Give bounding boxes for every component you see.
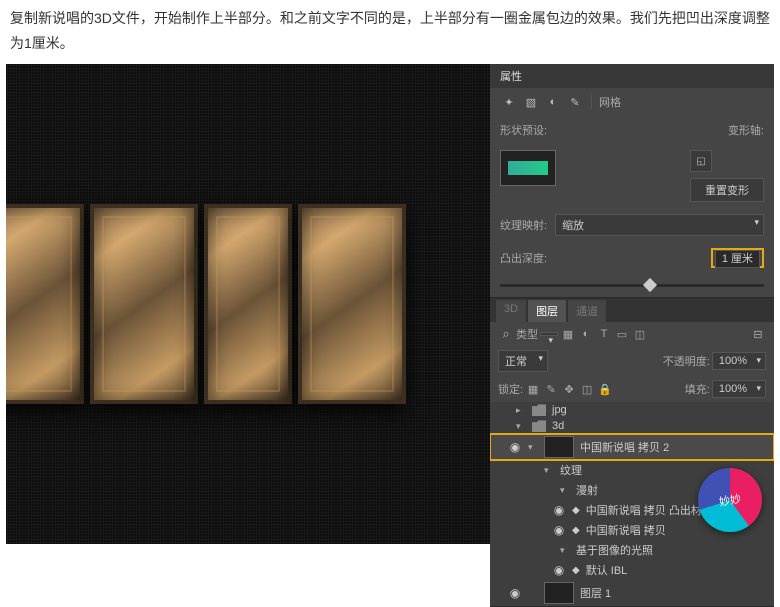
canvas-area[interactable] xyxy=(6,64,490,544)
shape-preset-label: 形状预设: xyxy=(500,122,547,138)
texture-map-dropdown[interactable]: 缩放 xyxy=(555,214,764,236)
folder-icon xyxy=(532,420,546,432)
blend-mode-dropdown[interactable]: 正常 xyxy=(498,350,548,372)
layer-folder-3d[interactable]: ▾ 3d xyxy=(490,418,774,434)
mesh-icon[interactable]: ▧ xyxy=(522,94,540,110)
expand-icon[interactable]: ▸ xyxy=(516,405,526,416)
filter-dropdown[interactable] xyxy=(540,332,558,336)
properties-toolbar: ✦ ▧ ◐ ✎ 网格 xyxy=(490,88,774,116)
folder-icon xyxy=(532,404,546,416)
texture-map-label: 纹理映射: xyxy=(500,217,547,233)
extrude-highlight: 1 厘米 xyxy=(711,248,764,268)
deform-icon[interactable]: ◐ xyxy=(544,94,562,110)
tab-channels[interactable]: 通道 xyxy=(568,300,606,322)
properties-panel: 属性 ✦ ▧ ◐ ✎ 网格 形状预设: 变形轴: ◱ xyxy=(490,64,774,298)
expand-icon[interactable]: ▾ xyxy=(560,485,570,496)
visibility-icon[interactable]: ◉ xyxy=(508,440,522,454)
reset-deform-button[interactable]: 重置变形 xyxy=(690,178,764,202)
fill-input[interactable]: 100% xyxy=(712,380,766,398)
filter-adjust-icon[interactable]: ◐ xyxy=(578,327,594,341)
layer-thumb xyxy=(544,436,574,458)
filter-toggle-icon[interactable]: ⊟ xyxy=(750,327,766,341)
deform-axis-label: 变形轴: xyxy=(728,122,764,138)
layer-thumb xyxy=(544,582,574,604)
3d-text-object[interactable] xyxy=(6,204,406,404)
layer-ibl-default[interactable]: ◉ ◆ 默认 IBL xyxy=(490,560,774,580)
cap-icon[interactable]: ✎ xyxy=(566,94,584,110)
shape-preset-row: 形状预设: 变形轴: xyxy=(490,116,774,144)
lock-all-icon[interactable]: 🔒 xyxy=(597,382,613,396)
layer-blend-row: 正常 不透明度: 100% xyxy=(490,346,774,376)
layers-tabs: 3D 图层 通道 xyxy=(490,298,774,322)
tutorial-text: 复制新说唱的3D文件，开始制作上半部分。和之前文字不同的是，上半部分有一圈金属包… xyxy=(0,0,780,64)
mesh-label: 网格 xyxy=(599,94,621,110)
slider-thumb[interactable] xyxy=(643,278,657,292)
properties-header: 属性 xyxy=(490,64,774,88)
filter-smart-icon[interactable]: ◫ xyxy=(632,327,648,341)
layer-ibl-group[interactable]: ▾ 基于图像的光照 xyxy=(490,540,774,560)
extrude-label: 凸出深度: xyxy=(500,250,547,266)
extrude-slider-row xyxy=(490,274,774,297)
extrude-input[interactable]: 1 厘米 xyxy=(715,250,760,268)
extrude-slider[interactable] xyxy=(500,284,764,287)
shape-preset-thumb[interactable] xyxy=(500,150,556,186)
layers-panel: 3D 图层 通道 ⌕ 类型 ▦ ◐ T ▭ ◫ ⊟ 正常 不透明度: 100% xyxy=(490,298,774,607)
layer-lock-row: 锁定: ▦ ✎ ✥ ◫ 🔒 填充: 100% xyxy=(490,376,774,402)
layer-1[interactable]: ◉ 图层 1 xyxy=(490,580,774,606)
expand-icon[interactable]: ▾ xyxy=(516,421,526,432)
deform-axis-button[interactable]: ◱ xyxy=(690,150,712,172)
lock-paint-icon[interactable]: ✎ xyxy=(543,382,559,396)
search-icon[interactable]: ⌕ xyxy=(498,327,514,341)
expand-icon[interactable]: ▾ xyxy=(560,545,570,556)
watermark-badge: 妙妙 xyxy=(698,468,762,532)
expand-icon[interactable]: ▾ xyxy=(528,442,538,453)
properties-title: 属性 xyxy=(500,68,522,84)
opacity-input[interactable]: 100% xyxy=(712,352,766,370)
layer-folder-jpg[interactable]: ▸ jpg xyxy=(490,402,774,418)
lock-trans-icon[interactable]: ▦ xyxy=(525,382,541,396)
scene-icon[interactable]: ✦ xyxy=(500,94,518,110)
texture-map-row: 纹理映射: 缩放 xyxy=(490,208,774,242)
lock-pos-icon[interactable]: ✥ xyxy=(561,382,577,396)
expand-icon[interactable]: ▾ xyxy=(544,465,554,476)
tab-3d[interactable]: 3D xyxy=(496,300,526,322)
filter-shape-icon[interactable]: ▭ xyxy=(614,327,630,341)
photoshop-screenshot: 属性 ✦ ▧ ◐ ✎ 网格 形状预设: 变形轴: ◱ xyxy=(6,64,774,544)
extrude-row: 凸出深度: 1 厘米 xyxy=(490,242,774,274)
layer-filter-row: ⌕ 类型 ▦ ◐ T ▭ ◫ ⊟ xyxy=(490,322,774,346)
lock-artboard-icon[interactable]: ◫ xyxy=(579,382,595,396)
filter-type-icon[interactable]: T xyxy=(596,327,612,341)
layer-copy2[interactable]: ◉ ▾ 中国新说唱 拷贝 2 xyxy=(490,434,774,460)
filter-pixel-icon[interactable]: ▦ xyxy=(560,327,576,341)
tab-layers[interactable]: 图层 xyxy=(528,300,566,322)
